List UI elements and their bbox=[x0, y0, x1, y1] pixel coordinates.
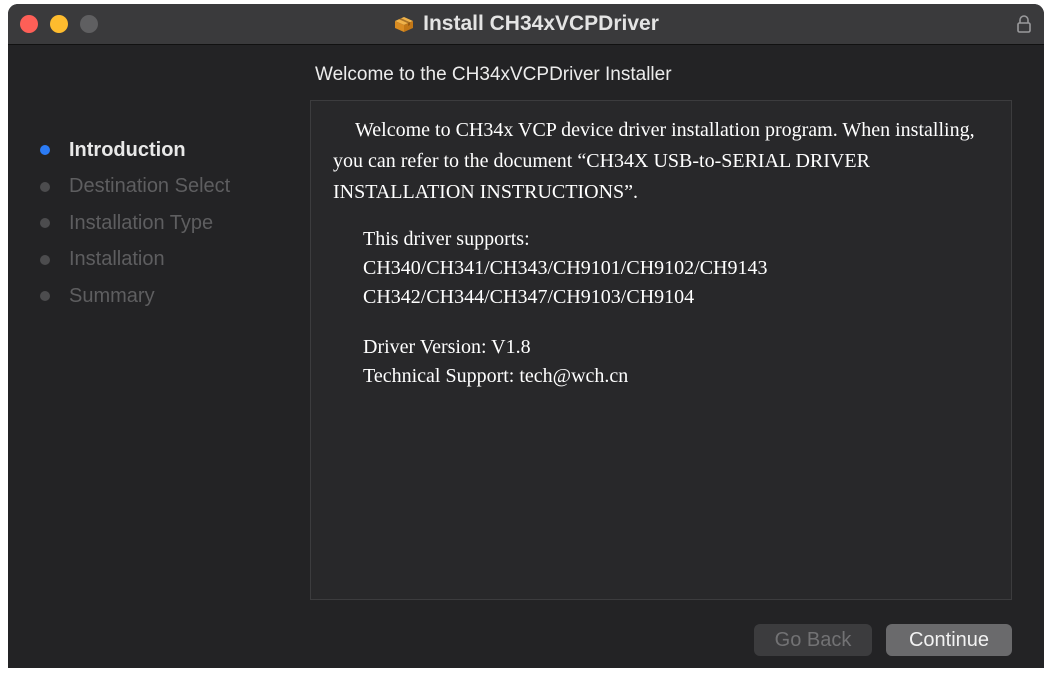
content-panel: Welcome to CH34x VCP device driver insta… bbox=[310, 100, 1012, 600]
package-icon bbox=[393, 15, 415, 33]
step-indicator-icon bbox=[40, 254, 50, 265]
step-installation-type: Installation Type bbox=[38, 205, 230, 242]
step-label: Destination Select bbox=[69, 175, 231, 198]
technical-support: Technical Support: tech@wch.cn bbox=[363, 365, 629, 387]
supported-chips: This driver supports: CH340/CH341/CH343/… bbox=[363, 225, 767, 312]
window-title: Install CH34xVCPDriver bbox=[423, 12, 659, 35]
title-group: Install CH34xVCPDriver bbox=[8, 4, 1044, 44]
step-indicator-icon bbox=[40, 218, 50, 229]
continue-button[interactable]: Continue bbox=[886, 624, 1012, 656]
step-indicator-icon bbox=[40, 145, 50, 156]
page-heading: Welcome to the CH34xVCPDriver Installer bbox=[315, 64, 672, 85]
step-label: Summary bbox=[69, 284, 155, 307]
installer-window: Install CH34xVCPDriver Welcome to the CH… bbox=[8, 4, 1044, 668]
lock-icon bbox=[1016, 14, 1032, 34]
step-introduction: Introduction bbox=[38, 132, 230, 169]
title-bar: Install CH34xVCPDriver bbox=[8, 4, 1044, 45]
step-label: Installation bbox=[69, 248, 165, 271]
driver-info: Driver Version: V1.8 Technical Support: … bbox=[363, 333, 628, 391]
step-destination-select: Destination Select bbox=[38, 169, 230, 206]
intro-paragraph: Welcome to CH34x VCP device driver insta… bbox=[333, 119, 975, 203]
step-label: Introduction bbox=[69, 138, 186, 161]
step-indicator-icon bbox=[40, 181, 50, 192]
step-summary: Summary bbox=[38, 278, 230, 315]
go-back-button[interactable]: Go Back bbox=[754, 624, 872, 656]
installer-steps: Introduction Destination Select Installa… bbox=[38, 132, 230, 315]
step-indicator-icon bbox=[40, 291, 50, 302]
supports-line-2: CH342/CH344/CH347/CH9103/CH9104 bbox=[363, 286, 695, 308]
supports-title: This driver supports: bbox=[363, 228, 530, 250]
step-label: Installation Type bbox=[69, 211, 214, 234]
step-installation: Installation bbox=[38, 242, 230, 279]
supports-line-1: CH340/CH341/CH343/CH9101/CH9102/CH9143 bbox=[363, 257, 768, 279]
driver-version: Driver Version: V1.8 bbox=[363, 336, 531, 358]
